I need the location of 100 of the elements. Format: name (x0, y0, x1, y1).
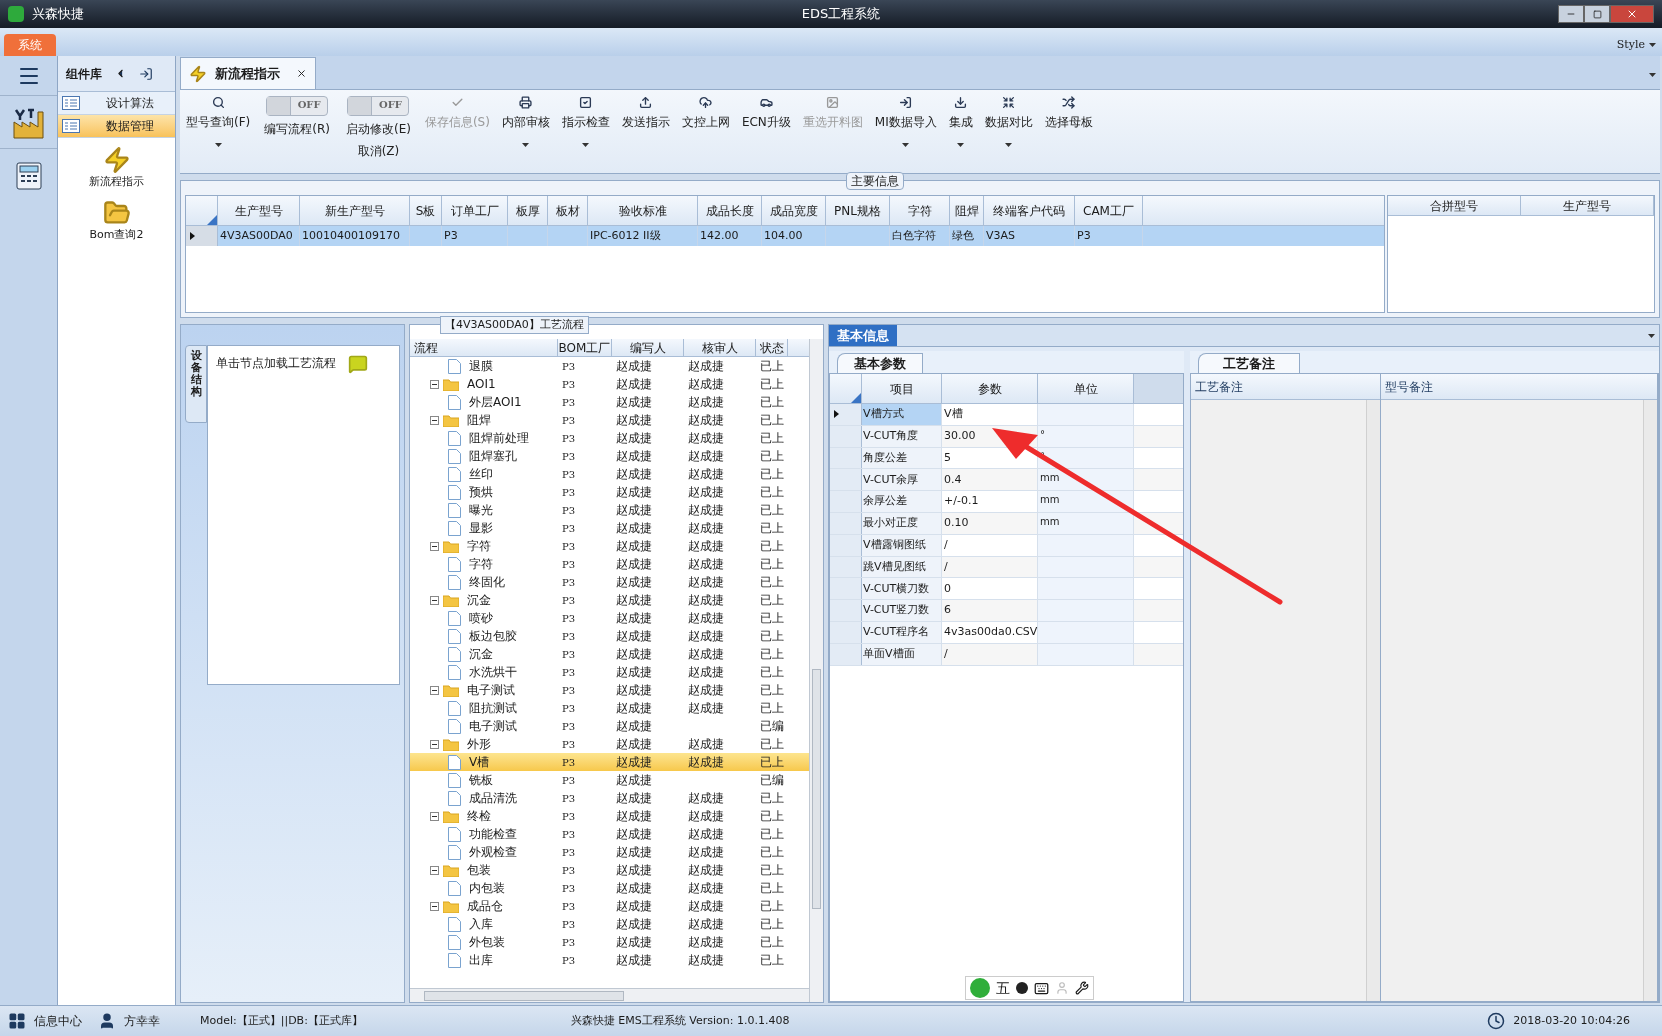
calculator-icon[interactable] (13, 161, 44, 191)
column-header[interactable]: 核审人 (684, 339, 756, 356)
column-header[interactable]: 项目 (862, 374, 942, 403)
table-cell[interactable]: V槽露铜图纸 (862, 534, 942, 556)
column-header[interactable]: 合拼型号 (1388, 196, 1521, 215)
table-cell[interactable]: V-CUT竖刀数 (862, 600, 942, 621)
tree-row[interactable]: 入库 P3 赵成捷 赵成捷 已上 (410, 915, 809, 933)
tree-row[interactable]: 字符 P3 赵成捷 赵成捷 已上 (410, 555, 809, 573)
column-header[interactable]: 生产型号 (1521, 196, 1654, 215)
tree-row[interactable]: 电子测试 P3 赵成捷 已编 (410, 717, 809, 735)
tree-row[interactable]: 铣板 P3 赵成捷 已编 (410, 771, 809, 789)
column-header[interactable]: 板厚 (508, 196, 548, 225)
tree-row[interactable]: 预烘 P3 赵成捷 赵成捷 已上 (410, 483, 809, 501)
toolbar-button[interactable]: ECN升级 (735, 92, 797, 158)
column-header[interactable]: 参数 (942, 374, 1038, 403)
tree-row[interactable]: 水洗烘干 P3 赵成捷 赵成捷 已上 (410, 663, 809, 681)
tree-row[interactable]: 阻焊 P3 赵成捷 赵成捷 已上 (410, 411, 809, 429)
dock-icon[interactable] (139, 66, 153, 81)
column-header[interactable]: 生产型号 (218, 196, 300, 225)
style-menu[interactable]: Style (1616, 36, 1656, 53)
toggle-switch[interactable]: OFF (266, 96, 329, 116)
maximize-button[interactable] (1584, 5, 1610, 23)
collapse-icon[interactable] (430, 685, 439, 695)
toolbar-button[interactable]: 型号查询(F) (180, 92, 257, 158)
column-header[interactable]: 阻焊 (950, 196, 984, 225)
tree-row[interactable]: 包装 P3 赵成捷 赵成捷 已上 (410, 861, 809, 879)
toolbar-button[interactable]: 指示检查 (555, 92, 616, 158)
tree-row[interactable]: 出库 P3 赵成捷 赵成捷 已上 (410, 951, 809, 969)
collapse-icon[interactable] (430, 811, 439, 821)
toolbar-button[interactable]: 内部审核 (495, 92, 556, 158)
panel-item[interactable]: 设计算法 (58, 92, 175, 115)
column-header[interactable]: 验收标准 (588, 196, 698, 225)
horizontal-scrollbar[interactable] (410, 988, 809, 1002)
tree-row[interactable]: 沉金 P3 赵成捷 赵成捷 已上 (410, 645, 809, 663)
column-header[interactable]: 成品长度 (698, 196, 762, 225)
collapse-icon[interactable] (430, 865, 439, 875)
table-cell[interactable]: 最小对正度 (862, 513, 942, 534)
collapse-icon[interactable] (430, 379, 439, 389)
table-cell[interactable]: 单面V槽面 (862, 643, 942, 665)
toolbar-label[interactable]: 编写流程(R) (264, 120, 330, 138)
tree-row[interactable]: 电子测试 P3 赵成捷 赵成捷 已上 (410, 681, 809, 699)
panel-tab[interactable]: 基本信息 (829, 325, 897, 346)
tree-row[interactable]: 字符 P3 赵成捷 赵成捷 已上 (410, 537, 809, 555)
column-header[interactable]: 编写人 (612, 339, 684, 356)
column-header[interactable]: 新生产型号 (300, 196, 410, 225)
table-cell[interactable]: V-CUT程序名 (862, 621, 942, 643)
column-header[interactable]: S板 (410, 196, 442, 225)
panel-item[interactable]: 数据管理 (58, 115, 175, 138)
tree-row[interactable]: 外层AOI1 P3 赵成捷 赵成捷 已上 (410, 393, 809, 411)
table-cell[interactable]: 角度公差 (862, 447, 942, 469)
table-cell[interactable]: V-CUT角度 (862, 425, 942, 447)
tool-button[interactable]: Bom查询2 (58, 198, 175, 243)
toolbar-button[interactable]: 文控上网 (675, 92, 736, 158)
table-cell[interactable]: 余厚公差 (862, 491, 942, 512)
tree-row[interactable]: AOI1 P3 赵成捷 赵成捷 已上 (410, 375, 809, 393)
toolbar-button[interactable]: MI数据导入 (868, 92, 943, 158)
column-header[interactable]: PNL规格 (826, 196, 890, 225)
column-header[interactable]: 终端客户代码 (984, 196, 1075, 225)
minimize-button[interactable] (1558, 5, 1584, 23)
tree-row[interactable]: 退膜 P3 赵成捷 赵成捷 已上 (410, 357, 809, 375)
tree-row[interactable]: 内包装 P3 赵成捷 赵成捷 已上 (410, 879, 809, 897)
tree-row[interactable]: 外包装 P3 赵成捷 赵成捷 已上 (410, 933, 809, 951)
column-header[interactable]: 板材 (548, 196, 588, 225)
tree-row[interactable]: 喷砂 P3 赵成捷 赵成捷 已上 (410, 609, 809, 627)
toolbar-button[interactable]: 发送指示 (615, 92, 676, 158)
vertical-scrollbar[interactable] (809, 339, 823, 1002)
tree-row[interactable]: 阻抗测试 P3 赵成捷 赵成捷 已上 (410, 699, 809, 717)
wrench-icon[interactable] (1075, 981, 1089, 995)
collapse-icon[interactable] (430, 415, 439, 425)
ime-mode[interactable]: 五 (996, 977, 1010, 999)
toolbar-button[interactable]: 集成 (942, 92, 979, 158)
table-cell[interactable]: V-CUT横刀数 (862, 578, 942, 600)
column-header[interactable]: CAM工厂 (1075, 196, 1143, 225)
row-header[interactable] (830, 404, 862, 425)
tree-row[interactable]: 显影 P3 赵成捷 赵成捷 已上 (410, 519, 809, 537)
tree-row[interactable]: 终固化 P3 赵成捷 赵成捷 已上 (410, 573, 809, 591)
column-header[interactable]: 状态 (756, 339, 788, 356)
table-row[interactable]: 4V3AS00DA0 10010400109170 P3 IPC-6012 II级 142.00 104.00 白色字符 绿色 V3AS P3 (186, 226, 1384, 246)
column-header[interactable]: 流程 (410, 339, 558, 356)
tree-row[interactable]: V槽 P3 赵成捷 赵成捷 已上 (410, 753, 809, 771)
toolbar-button[interactable]: 选择母板 (1038, 92, 1099, 158)
tree-row[interactable]: 成品清洗 P3 赵成捷 赵成捷 已上 (410, 789, 809, 807)
info-center-link[interactable]: 信息中心 (34, 1012, 82, 1030)
tree-row[interactable]: 成品仓 P3 赵成捷 赵成捷 已上 (410, 897, 809, 915)
close-icon[interactable] (296, 68, 307, 79)
vertical-scrollbar[interactable] (1366, 400, 1380, 1001)
column-header[interactable]: BOM工厂 (558, 339, 612, 356)
toolbar-button[interactable]: 数据对比 (978, 92, 1039, 158)
tree-row[interactable]: 阻焊塞孔 P3 赵成捷 赵成捷 已上 (410, 447, 809, 465)
row-header[interactable] (186, 226, 218, 246)
tree-row[interactable]: 外形 P3 赵成捷 赵成捷 已上 (410, 735, 809, 753)
tool-button[interactable]: 新流程指示 (58, 146, 175, 191)
toolbar-label[interactable]: 启动修改(E) (345, 120, 411, 138)
table-cell[interactable]: V-CUT余厚 (862, 469, 942, 491)
tree-row[interactable]: 功能检查 P3 赵成捷 赵成捷 已上 (410, 825, 809, 843)
vertical-scrollbar[interactable] (1643, 400, 1657, 1001)
tree-row[interactable]: 沉金 P3 赵成捷 赵成捷 已上 (410, 591, 809, 609)
column-header[interactable]: 成品宽度 (762, 196, 826, 225)
collapse-icon[interactable] (430, 739, 439, 749)
collapse-icon[interactable] (430, 541, 439, 551)
